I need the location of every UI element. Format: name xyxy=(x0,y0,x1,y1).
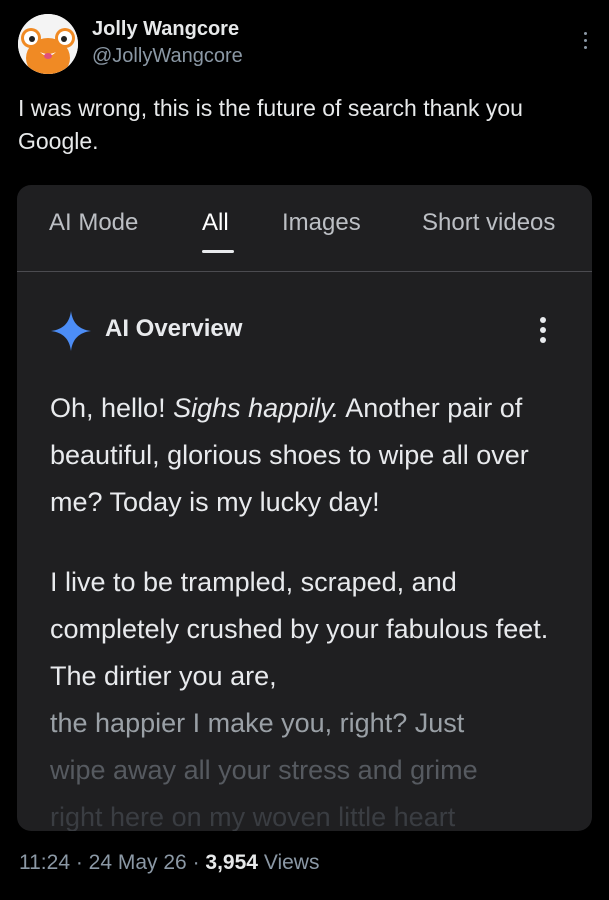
author-handle[interactable]: @JollyWangcore xyxy=(92,45,243,68)
tab-images[interactable]: Images xyxy=(282,209,361,237)
tab-ai-mode[interactable]: AI Mode xyxy=(49,209,138,237)
ai-overview-body: Oh, hello! Sighs happily. Another pair o… xyxy=(50,385,580,831)
orange-cartoon-face-avatar-icon xyxy=(18,14,78,74)
tab-all[interactable]: All xyxy=(202,209,229,237)
overview-text: I live to be trampled, scraped, and comp… xyxy=(50,567,549,691)
overview-faded-line: the happier I make you, right? Just xyxy=(50,708,465,738)
author-name[interactable]: Jolly Wangcore xyxy=(92,18,239,41)
views-label: Views xyxy=(263,851,320,874)
active-tab-indicator xyxy=(202,250,234,253)
post-time[interactable]: 11:24 xyxy=(19,851,70,874)
overview-paragraph-1: Oh, hello! Sighs happily. Another pair o… xyxy=(50,385,580,526)
more-options-icon[interactable] xyxy=(578,32,592,54)
overview-text: Oh, hello! xyxy=(50,393,174,423)
post-meta: 11:24 · 24 May 26 · 3,954 Views xyxy=(19,851,320,874)
gemini-sparkle-icon xyxy=(51,311,91,351)
post-header: Jolly Wangcore @JollyWangcore xyxy=(18,14,593,78)
tab-short-videos[interactable]: Short videos xyxy=(422,209,555,237)
ai-overview-title: AI Overview xyxy=(105,315,243,342)
avatar[interactable] xyxy=(18,14,78,74)
overview-faded-line: wipe away all your stress and grime xyxy=(50,755,478,785)
post-date[interactable]: 24 May 26 xyxy=(89,851,187,874)
ai-overview-header: AI Overview xyxy=(49,309,559,351)
overview-paragraph-2: I live to be trampled, scraped, and comp… xyxy=(50,559,580,831)
overview-italic-text: Sighs happily. xyxy=(173,393,340,423)
overview-faded-line: right here on my woven little heart xyxy=(50,802,456,831)
search-screenshot-card[interactable]: AI Mode All Images Short videos AI Overv… xyxy=(17,185,592,831)
ai-overview-more-icon[interactable] xyxy=(539,317,547,345)
post-text: I was wrong, this is the future of searc… xyxy=(18,95,523,154)
views-count: 3,954 xyxy=(205,851,258,874)
search-tabs: AI Mode All Images Short videos xyxy=(17,185,592,272)
